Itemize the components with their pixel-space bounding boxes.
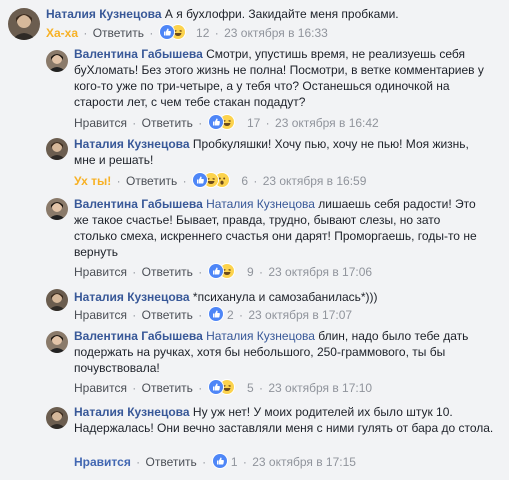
mention-link[interactable]: Наталия Кузнецова	[206, 197, 315, 211]
comment-body: Валентина Габышева Наталия Кузнецова бли…	[74, 328, 500, 376]
timestamp[interactable]: 23 октября в 17:15	[252, 455, 356, 469]
like-icon	[207, 263, 224, 279]
reply-link[interactable]: Ответить	[142, 381, 193, 395]
reply-link[interactable]: Ответить	[142, 116, 193, 130]
comment-body: Наталия Кузнецова Ну уж нет! У моих роди…	[74, 404, 494, 436]
comment-actions: Нравится · Ответить · 5 · 23 октября в 1…	[74, 379, 373, 395]
avatar[interactable]	[46, 50, 68, 72]
like-icon	[158, 24, 175, 40]
like-icon	[191, 172, 208, 188]
reaction-count: 12	[196, 26, 210, 40]
author-link[interactable]: Валентина Габышева	[74, 329, 203, 343]
timestamp[interactable]: 23 октября в 17:06	[268, 265, 372, 279]
timestamp[interactable]: 23 октября в 17:07	[248, 308, 352, 322]
reply-link[interactable]: Ответить	[142, 265, 193, 279]
comment-body: Валентина Габышева Смотри, упустишь врем…	[74, 46, 502, 110]
like-link[interactable]: Нравится	[74, 455, 131, 469]
comment-actions: Нравится · Ответить · 17 · 23 октября в …	[74, 114, 379, 130]
comment-actions: Нравится · Ответить · 2 · 23 октября в 1…	[74, 306, 353, 322]
like-link[interactable]: Нравится	[74, 381, 127, 395]
like-link[interactable]: Нравится	[74, 116, 127, 130]
author-link[interactable]: Наталия Кузнецова	[74, 290, 190, 304]
comment-actions: Ха-ха · Ответить · 12 · 23 октября в 16:…	[46, 24, 328, 40]
reaction-summary[interactable]	[207, 114, 244, 130]
reaction-label-wow[interactable]: Ух ты!	[74, 174, 111, 188]
author-link[interactable]: Валентина Габышева	[74, 197, 203, 211]
reaction-count: 5	[246, 381, 254, 395]
comment-actions: Нравится · Ответить · 9 · 23 октября в 1…	[74, 263, 373, 279]
like-icon	[207, 306, 224, 322]
comment-actions: Ух ты! · Ответить · 6 · 23 октября в 16:…	[74, 172, 367, 188]
like-link[interactable]: Нравится	[74, 308, 127, 322]
avatar[interactable]	[46, 331, 68, 353]
reply-link[interactable]: Ответить	[126, 174, 177, 188]
reply-link[interactable]: Ответить	[146, 455, 197, 469]
comment-body: Наталия Кузнецова Пробкуляшки! Хочу пью,…	[74, 136, 474, 168]
comment-text: А я бухлофри. Закидайте меня пробками.	[161, 7, 399, 21]
avatar[interactable]	[46, 138, 68, 160]
reaction-count: 6	[241, 174, 248, 188]
comment-body: Наталия Кузнецова *психанула и самозабан…	[74, 289, 494, 305]
reply-link[interactable]: Ответить	[93, 26, 144, 40]
author-link[interactable]: Валентина Габышева	[74, 47, 203, 61]
avatar[interactable]	[46, 407, 68, 429]
reaction-summary[interactable]	[207, 306, 224, 322]
reaction-summary[interactable]	[191, 172, 238, 188]
reaction-summary[interactable]	[158, 24, 193, 40]
avatar[interactable]	[8, 8, 40, 40]
reaction-label-haha[interactable]: Ха-ха	[46, 26, 78, 40]
timestamp[interactable]: 23 октября в 16:33	[224, 26, 328, 40]
mention-link[interactable]: Наталия Кузнецова	[206, 329, 315, 343]
like-icon	[207, 379, 224, 395]
author-link[interactable]: Наталия Кузнецова	[74, 405, 190, 419]
comment-text: *психанула и самозабанилась*)))	[189, 290, 378, 304]
like-link[interactable]: Нравится	[74, 265, 127, 279]
like-icon	[207, 114, 224, 130]
comment-actions: Нравится · Ответить · 1 · 23 октября в 1…	[74, 453, 356, 469]
timestamp[interactable]: 23 октября в 17:10	[268, 381, 372, 395]
reaction-summary[interactable]	[211, 453, 228, 469]
reaction-count: 17	[246, 116, 261, 130]
comment-body: Наталия Кузнецова А я бухлофри. Закидайт…	[46, 6, 506, 22]
reply-link[interactable]: Ответить	[142, 308, 193, 322]
author-link[interactable]: Наталия Кузнецова	[46, 7, 162, 21]
reaction-count: 1	[230, 455, 238, 469]
avatar[interactable]	[46, 289, 68, 311]
avatar[interactable]	[46, 198, 68, 220]
comment-1: Наталия Кузнецова А я бухлофри. Закидайт…	[0, 0, 509, 42]
timestamp[interactable]: 23 октября в 16:59	[263, 174, 367, 188]
reaction-count: 9	[246, 265, 254, 279]
author-link[interactable]: Наталия Кузнецова	[74, 137, 190, 151]
timestamp[interactable]: 23 октября в 16:42	[275, 116, 379, 130]
reaction-summary[interactable]	[207, 263, 244, 279]
reaction-summary[interactable]	[207, 379, 244, 395]
reaction-count: 2	[226, 308, 234, 322]
like-icon	[211, 453, 228, 469]
comment-body: Валентина Габышева Наталия Кузнецова лиш…	[74, 196, 484, 260]
